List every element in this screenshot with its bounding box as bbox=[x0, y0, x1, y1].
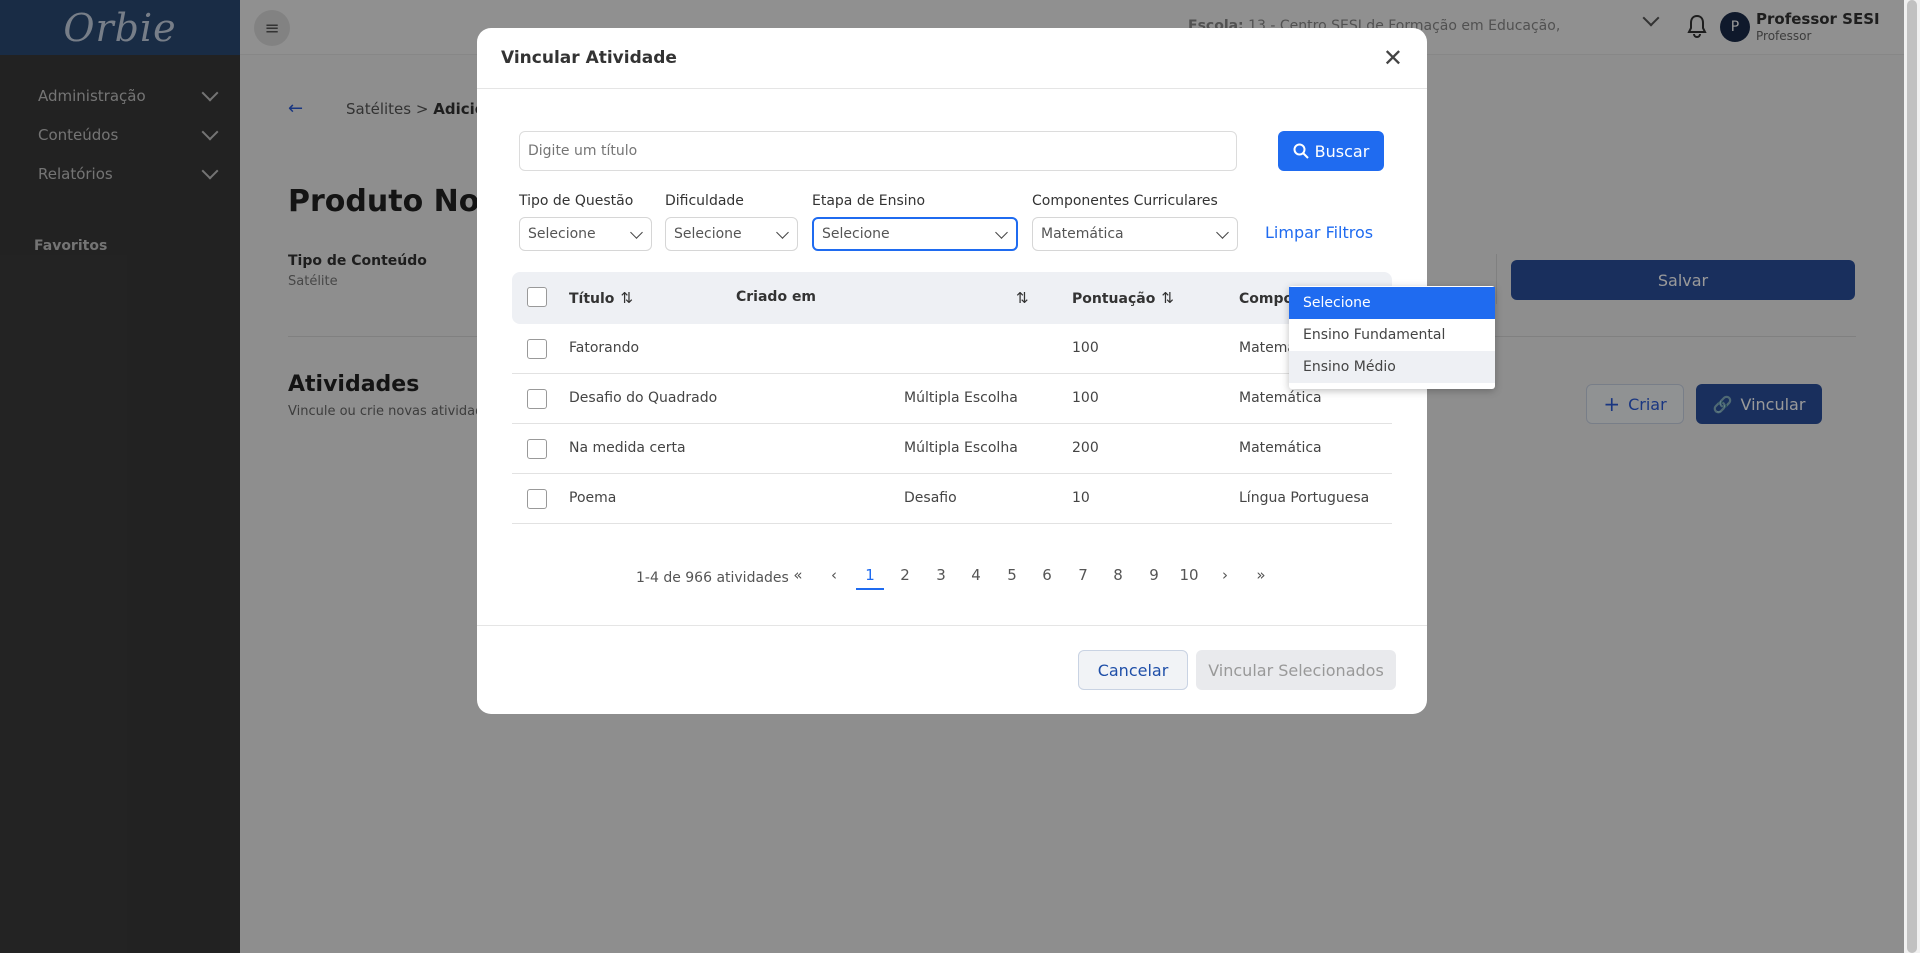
row-title: Fatorando bbox=[569, 340, 640, 356]
column-label: Pontuação bbox=[1072, 291, 1156, 307]
row-type: Múltipla Escolha bbox=[904, 390, 1018, 406]
difficulty-select[interactable]: Selecione bbox=[665, 217, 798, 251]
table-row[interactable]: Desafio do Quadrado Múltipla Escolha 100… bbox=[512, 374, 1392, 424]
page-button[interactable]: 4 bbox=[962, 566, 990, 584]
row-type: Desafio bbox=[904, 490, 957, 506]
table-row[interactable]: Poema Desafio 10 Língua Portuguesa bbox=[512, 474, 1392, 524]
chevron-down-icon bbox=[630, 225, 643, 239]
sort-icon[interactable]: ⇅ bbox=[1161, 289, 1174, 307]
question-type-select[interactable]: Selecione bbox=[519, 217, 652, 251]
dropdown-option[interactable]: Ensino Médio bbox=[1289, 351, 1495, 383]
sort-icon[interactable]: ⇅ bbox=[1016, 289, 1029, 307]
row-checkbox[interactable] bbox=[527, 489, 547, 509]
page-button[interactable]: 10 bbox=[1175, 566, 1203, 584]
column-header-type[interactable]: ⇅ bbox=[1010, 289, 1029, 307]
row-title: Na medida certa bbox=[569, 440, 686, 456]
table-row[interactable]: Fatorando 100 Matemática bbox=[512, 324, 1392, 374]
column-label: Título bbox=[569, 291, 615, 307]
row-score: 100 bbox=[1072, 390, 1099, 406]
scrollbar-thumb[interactable] bbox=[1907, 0, 1917, 953]
search-button-label: Buscar bbox=[1314, 141, 1370, 161]
page-button[interactable]: 5 bbox=[998, 566, 1026, 584]
modal-header: Vincular Atividade ✕ bbox=[477, 28, 1427, 89]
row-checkbox[interactable] bbox=[527, 339, 547, 359]
row-component: Língua Portuguesa bbox=[1239, 490, 1370, 506]
modal-title: Vincular Atividade bbox=[501, 48, 677, 68]
filter-label-difficulty: Dificuldade bbox=[665, 193, 744, 209]
row-checkbox[interactable] bbox=[527, 439, 547, 459]
pagination-info: 1-4 de 966 atividades bbox=[636, 570, 789, 586]
row-title: Poema bbox=[569, 490, 617, 506]
chevron-down-icon bbox=[995, 225, 1008, 239]
filter-label-question-type: Tipo de Questão bbox=[519, 193, 634, 209]
first-page-icon[interactable]: « bbox=[784, 566, 812, 584]
select-value: Matemática bbox=[1041, 226, 1124, 242]
curricular-components-select[interactable]: Matemática bbox=[1032, 217, 1238, 251]
filter-label-curricular-components: Componentes Curriculares bbox=[1032, 193, 1218, 209]
row-score: 200 bbox=[1072, 440, 1099, 456]
page-button[interactable]: 8 bbox=[1104, 566, 1132, 584]
table-header: Título⇅ Criado em ⇅ Pontuação⇅ Component… bbox=[512, 272, 1392, 324]
page-button[interactable]: 9 bbox=[1140, 566, 1168, 584]
select-value: Selecione bbox=[674, 226, 742, 242]
search-icon bbox=[1293, 143, 1309, 159]
row-checkbox[interactable] bbox=[527, 389, 547, 409]
row-title: Desafio do Quadrado bbox=[569, 390, 718, 406]
column-header-title[interactable]: Título ⇅ bbox=[569, 289, 633, 307]
row-component: Matemática bbox=[1239, 440, 1322, 456]
close-icon[interactable]: ✕ bbox=[1383, 44, 1403, 72]
row-score: 10 bbox=[1072, 490, 1090, 506]
dropdown-option[interactable]: Selecione bbox=[1289, 287, 1495, 319]
select-value: Selecione bbox=[528, 226, 596, 242]
select-value: Selecione bbox=[822, 226, 890, 242]
modal-footer-divider bbox=[477, 625, 1427, 626]
link-selected-button[interactable]: Vincular Selecionados bbox=[1196, 650, 1396, 690]
chevron-down-icon bbox=[776, 225, 789, 239]
table-row[interactable]: Na medida certa Múltipla Escolha 200 Mat… bbox=[512, 424, 1392, 474]
sort-icon[interactable]: ⇅ bbox=[620, 289, 633, 307]
select-all-checkbox[interactable] bbox=[527, 287, 547, 307]
column-header-score[interactable]: Pontuação ⇅ bbox=[1072, 289, 1174, 307]
row-component: Matemática bbox=[1239, 390, 1322, 406]
page-button[interactable]: 1 bbox=[856, 566, 884, 590]
next-page-icon[interactable]: › bbox=[1211, 566, 1239, 584]
link-activity-modal: Vincular Atividade ✕ Buscar Tipo de Ques… bbox=[477, 28, 1495, 714]
search-input[interactable] bbox=[519, 131, 1237, 171]
search-button[interactable]: Buscar bbox=[1278, 131, 1384, 171]
page-button[interactable]: 3 bbox=[927, 566, 955, 584]
dropdown-option[interactable]: Ensino Fundamental bbox=[1289, 319, 1495, 351]
row-type: Múltipla Escolha bbox=[904, 440, 1018, 456]
page-button[interactable]: 6 bbox=[1033, 566, 1061, 584]
last-page-icon[interactable]: » bbox=[1247, 566, 1275, 584]
prev-page-icon[interactable]: ‹ bbox=[820, 566, 848, 584]
teaching-stage-dropdown: Selecione Ensino Fundamental Ensino Médi… bbox=[1289, 286, 1495, 389]
page-button[interactable]: 2 bbox=[891, 566, 919, 584]
cancel-button[interactable]: Cancelar bbox=[1078, 650, 1188, 690]
page-button[interactable]: 7 bbox=[1069, 566, 1097, 584]
row-score: 100 bbox=[1072, 340, 1099, 356]
column-header-created[interactable]: Criado em bbox=[736, 289, 816, 305]
column-label: Criado em bbox=[736, 289, 817, 305]
chevron-down-icon bbox=[1216, 225, 1229, 239]
filter-label-teaching-stage: Etapa de Ensino bbox=[812, 193, 926, 209]
clear-filters-link[interactable]: Limpar Filtros bbox=[1265, 223, 1373, 242]
teaching-stage-select[interactable]: Selecione bbox=[812, 217, 1018, 251]
